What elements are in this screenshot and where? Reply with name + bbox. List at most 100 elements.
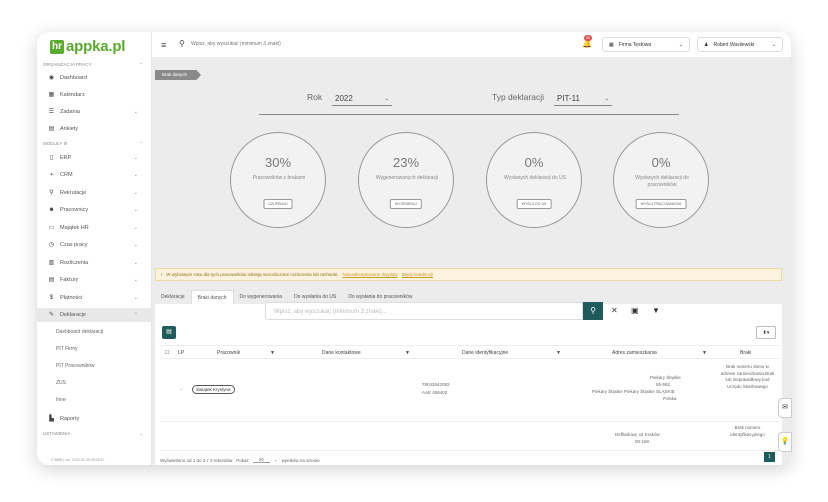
type-label: Typ deklaracji	[492, 92, 544, 102]
calendar-icon: ▦	[48, 91, 55, 98]
chevron-down-icon: ⌄	[133, 295, 138, 301]
sidebar-item-erp[interactable]: ▯ ERP ⌄	[37, 151, 151, 165]
missing-data-text: Brak numeru identyfikacyjnego	[730, 425, 765, 437]
recruitment-icon: ⚲	[49, 189, 54, 196]
payments-icon: $	[49, 294, 54, 301]
export-icon[interactable]: ▤	[162, 326, 176, 339]
stat-percent: 0%	[651, 155, 671, 170]
filter-icon[interactable]: ▼	[270, 350, 275, 356]
stat-percent: 23%	[392, 155, 420, 170]
filter-icon[interactable]: ▼	[652, 306, 660, 315]
subitem-pit-company[interactable]: PIT Firmy	[56, 346, 78, 352]
column-lp[interactable]: LP	[178, 350, 184, 356]
settlements-icon: ▥	[48, 259, 55, 266]
chat-icon[interactable]: ✉	[778, 398, 792, 418]
warning-text: W wybranym roku dla tych pracowników ist…	[166, 272, 339, 277]
column-contact[interactable]: Dane kontaktowe	[322, 350, 361, 356]
version-footer: © 8888 | ver. 2024-01-09 08:33:57	[51, 458, 105, 462]
filter-icon[interactable]: ▼	[556, 350, 561, 356]
sidebar-item-tasks[interactable]: ☰ Zadania ⌄	[37, 105, 151, 119]
sidebar-item-crm[interactable]: ▪ CRM ⌄	[37, 168, 151, 182]
records-errors-link[interactable]: Błędy Ewidencji	[402, 272, 434, 277]
year-select[interactable]: 2022 ⌄	[332, 92, 392, 106]
save-filter-icon[interactable]: ▣	[631, 306, 639, 315]
sidebar-item-calendar[interactable]: ▦ Kalendarz	[37, 88, 151, 102]
page-number-button[interactable]: 1	[764, 452, 775, 462]
sidebar-item-settlements[interactable]: ▥ Rozliczenia ⌄	[37, 256, 151, 270]
table-search-input[interactable]: Wpisz, aby wyszukać (minimum 3 znaki)...	[265, 302, 583, 320]
section-work-organization[interactable]: ORGANIZACJA PRACY ⌃	[43, 62, 143, 68]
logo-text: appka.pl	[66, 38, 126, 55]
table-row[interactable]: › Świątek Krystyna 78042642082 AAE 45840…	[160, 360, 780, 422]
expand-icon[interactable]: ›	[180, 387, 182, 394]
stat-sent-employees: 0% Wysłanych deklaracji do pracowników W…	[613, 132, 709, 228]
employee-tag[interactable]: Świątek Krystyna	[192, 385, 235, 394]
global-search-input[interactable]	[191, 41, 491, 47]
sidebar-item-surveys[interactable]: ▤ Ankiety	[37, 122, 151, 136]
column-missing[interactable]: Braki	[740, 350, 751, 356]
address-postcode: 55-582	[656, 382, 671, 387]
stat-percent: 0%	[524, 155, 544, 170]
column-employee[interactable]: Pracownik	[217, 350, 240, 356]
sidebar-item-dashboard[interactable]: ◉ Dashboard	[37, 71, 151, 85]
chevron-down-icon: ⌄	[133, 109, 138, 115]
page-size-select[interactable]: 20	[252, 457, 270, 463]
section-modules[interactable]: MODUŁY ⚙ ⌃	[43, 141, 143, 147]
logo[interactable]: hr appka.pl	[50, 38, 125, 55]
user-name: Robert Wasilewski	[713, 41, 755, 48]
table-row[interactable]: Deffiadowy 42 Kraków 00-168 Brak numeru …	[160, 423, 780, 451]
column-address[interactable]: Adres zamieszkania	[612, 350, 657, 356]
menu-icon[interactable]: ≡	[161, 40, 166, 50]
select-all-checkbox[interactable]: ☐	[165, 350, 169, 356]
subitem-other[interactable]: Inne	[56, 397, 66, 403]
column-identification[interactable]: Dane identyfikacyjne	[462, 350, 508, 356]
ident-pesel: 78042642082	[422, 382, 450, 387]
sidebar-item-declarations[interactable]: ✎ Deklaracje ⌃	[37, 308, 151, 322]
breadcrumb[interactable]: Brak danych	[155, 70, 202, 80]
chevron-up-icon: ⌃	[133, 312, 138, 318]
tab-missing-data[interactable]: Braki danych	[190, 290, 234, 304]
topbar: ≡ ⚲ 🔔 99 ▦Firma Testowa⌄ ♟Robert Wasilew…	[152, 32, 791, 58]
survey-icon: ▤	[48, 125, 55, 132]
sidebar-item-payments[interactable]: $ Płatności ⌄	[37, 291, 151, 305]
filter-icon[interactable]: ▼	[405, 350, 410, 356]
chevron-down-icon: ⌄	[133, 260, 138, 266]
sidebar-item-label: Rekrutacje	[60, 190, 87, 196]
subitem-pit-employees[interactable]: PIT Pracowników	[56, 363, 95, 369]
sidebar-item-label: Raporty	[60, 416, 80, 422]
type-select[interactable]: PIT-11 ⌄	[554, 92, 612, 106]
column-settings-button[interactable]: ⬆▾	[756, 326, 776, 339]
sidebar-item-worktime[interactable]: ◷ Czas pracy ⌄	[37, 238, 151, 252]
send-to-us-button[interactable]: WYŚLIJ DO US	[516, 199, 552, 209]
dashboard-icon: ◉	[48, 74, 55, 81]
chevron-down-icon: ⌄	[133, 242, 138, 248]
help-icon[interactable]: 💡	[778, 432, 792, 452]
stat-description: Wysłanych deklaracji do US	[504, 175, 566, 181]
sidebar-item-label: Rozliczenia	[60, 260, 89, 266]
user-menu[interactable]: ♟ Robert Wasilewski ⌄	[697, 37, 783, 52]
stat-percent: 30%	[264, 155, 292, 170]
company-select[interactable]: ▦ Firma Testowa ⌄	[602, 37, 690, 52]
unaccepted-payouts-link[interactable]: Niezaakceptowane Wypłaty	[342, 272, 397, 277]
send-to-employees-button[interactable]: WYŚLIJ PRACOWNIKOM	[635, 199, 687, 209]
sidebar: hr appka.pl ORGANIZACJA PRACY ⌃ ◉ Dashboar…	[37, 32, 152, 465]
tab-declarations[interactable]: Deklaracje	[155, 290, 191, 304]
sidebar-item-reports[interactable]: ▙ Raporty	[37, 412, 151, 426]
divider	[259, 114, 679, 115]
sidebar-item-hr-assets[interactable]: ▭ Majątek HR ⌄	[37, 221, 151, 235]
address-country: Polska	[663, 396, 677, 401]
generate-button[interactable]: WYGENERUJ	[389, 199, 423, 209]
ident-id-card: AAE 458402	[422, 390, 448, 395]
sidebar-item-employees[interactable]: ☻ Pracownicy ⌄	[37, 203, 151, 217]
logo-mark: hr	[50, 39, 64, 54]
complete-button[interactable]: UZUPEŁNIJ	[263, 199, 293, 209]
clear-icon[interactable]: ✕	[611, 306, 618, 315]
sidebar-item-label: ERP	[60, 155, 72, 161]
sidebar-item-invoices[interactable]: ▤ Faktury ⌄	[37, 273, 151, 287]
subitem-declarations-dashboard[interactable]: Dashboard deklaracji	[56, 329, 103, 335]
subitem-zus[interactable]: ZUS	[56, 380, 66, 386]
sidebar-item-recruitment[interactable]: ⚲ Rekrutacje ⌄	[37, 186, 151, 200]
search-button[interactable]: ⚲	[583, 302, 603, 320]
section-settings[interactable]: USTAWIENIA ⌄	[43, 431, 143, 437]
filter-icon[interactable]: ▼	[702, 350, 707, 356]
